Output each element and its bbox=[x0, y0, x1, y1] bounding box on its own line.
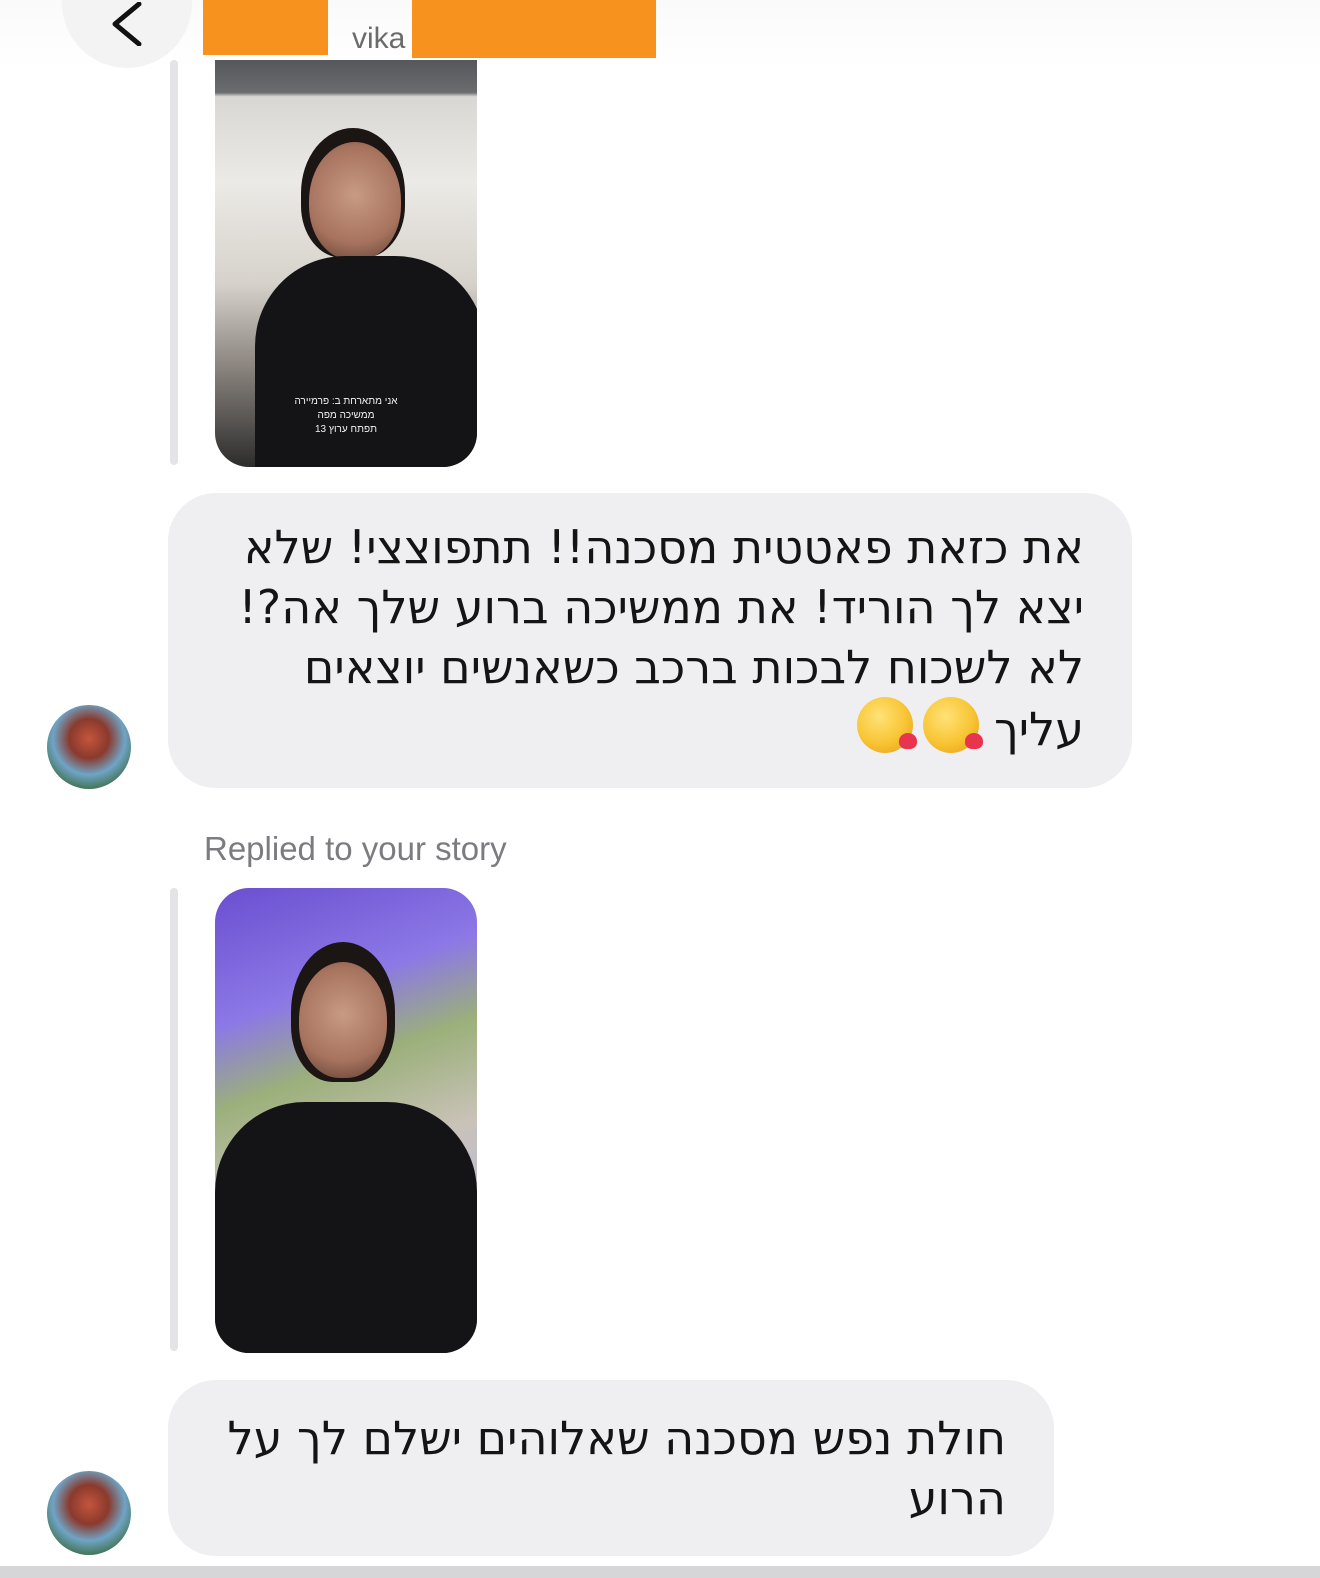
kissing-face-with-heart-icon bbox=[857, 697, 918, 753]
story-caption-line: אני מתארחת ב: פרמיירה bbox=[294, 396, 398, 407]
header bbox=[0, 0, 1320, 70]
redaction-block bbox=[203, 0, 328, 55]
story-image-body bbox=[215, 1102, 477, 1353]
composer-edge bbox=[0, 1566, 1320, 1578]
redaction-block bbox=[412, 0, 656, 58]
story-caption-line: ממשיכה מפה bbox=[317, 410, 375, 421]
avatar[interactable] bbox=[47, 705, 131, 789]
avatar[interactable] bbox=[47, 1471, 131, 1555]
story-image-face bbox=[299, 962, 387, 1078]
message-bubble[interactable]: את כזאת פאטטית מסכנה!! תתפוצצי! שלא יצא … bbox=[168, 493, 1132, 788]
story-thumbnail[interactable] bbox=[215, 888, 477, 1353]
story-image-face bbox=[309, 142, 401, 260]
replied-to-story-label: Replied to your story bbox=[204, 830, 507, 867]
message-text: חולת נפש מסכנה שאלוהים ישלם לך על הרוע bbox=[227, 1411, 1006, 1525]
reply-thread-line bbox=[170, 888, 178, 1351]
story-caption: אני מתארחת ב: פרמיירה ממשיכה מפה תפתח ער… bbox=[215, 395, 477, 437]
kissing-face-with-heart-icon bbox=[923, 697, 984, 753]
header-username[interactable]: vika bbox=[352, 22, 405, 56]
story-thumbnail[interactable]: אני מתארחת ב: פרמיירה ממשיכה מפה תפתח ער… bbox=[215, 60, 477, 467]
story-caption-line: תפתח ערוץ 13 bbox=[315, 424, 377, 435]
chevron-left-icon bbox=[112, 2, 142, 46]
message-bubble[interactable]: חולת נפש מסכנה שאלוהים ישלם לך על הרוע bbox=[168, 1380, 1054, 1556]
reply-thread-line bbox=[170, 60, 178, 465]
